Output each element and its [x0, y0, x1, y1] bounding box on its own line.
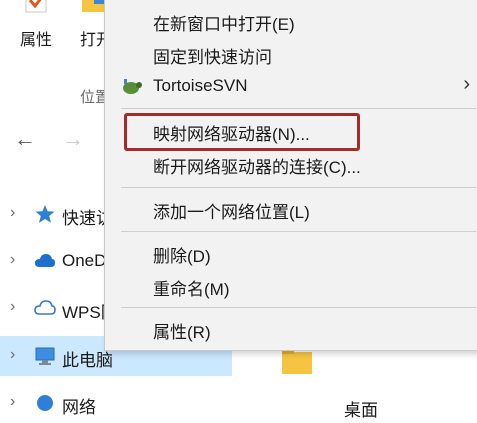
menu-item-properties[interactable]: 属性(R): [105, 313, 477, 343]
menu-item-label: 属性(R): [153, 323, 211, 342]
computer-icon: [35, 347, 55, 365]
content-item-label[interactable]: 桌面: [344, 396, 378, 421]
menu-item-add-network-location[interactable]: 添加一个网络位置(L): [105, 193, 477, 223]
menu-separator: [121, 187, 476, 188]
menu-item-disconnect-network-drive[interactable]: 断开网络驱动器的连接(C)...: [105, 148, 477, 178]
menu-item-label: 删除(D): [153, 247, 211, 266]
menu-separator: [121, 231, 476, 232]
forward-arrow-icon[interactable]: →: [62, 126, 84, 152]
chevron-right-icon[interactable]: ›: [10, 251, 15, 269]
tree-item-network[interactable]: › 网络: [0, 383, 232, 423]
cloud-icon: [35, 254, 55, 267]
chevron-right-icon[interactable]: ›: [10, 298, 15, 316]
menu-separator: [121, 307, 476, 308]
chevron-right-icon[interactable]: ›: [10, 393, 15, 411]
menu-item-label: 断开网络驱动器的连接(C)...: [153, 158, 361, 177]
submenu-chevron-icon: ›: [463, 73, 470, 95]
back-arrow-icon[interactable]: ←: [14, 126, 36, 152]
network-icon: [37, 395, 53, 411]
properties-label: 属性: [20, 32, 53, 49]
menu-item-label: 重命名(M): [153, 280, 230, 299]
tortoise-icon: [123, 79, 142, 94]
chevron-right-icon[interactable]: ›: [10, 346, 15, 364]
cloud-outline-icon: [34, 300, 56, 315]
menu-item-label: 固定到快速访问: [153, 48, 272, 67]
annotation-highlight-box: [124, 113, 360, 151]
menu-item-pin-quick-access[interactable]: 固定到快速访问: [105, 38, 477, 68]
star-icon: [35, 205, 55, 223]
menu-item-label: TortoiseSVN: [153, 76, 248, 95]
open-icon: [82, 0, 104, 12]
chevron-right-icon[interactable]: ›: [10, 204, 15, 222]
menu-item-rename[interactable]: 重命名(M): [105, 270, 477, 300]
menu-item-label: 在新窗口中打开(E): [153, 15, 295, 34]
menu-item-tortoisesvn[interactable]: TortoiseSVN ›: [105, 71, 477, 101]
menu-item-open-new-window[interactable]: 在新窗口中打开(E): [105, 5, 477, 35]
menu-item-delete[interactable]: 删除(D): [105, 237, 477, 267]
menu-separator: [121, 108, 476, 109]
context-menu: 在新窗口中打开(E) 固定到快速访问 TortoiseSVN › 映射网络驱动器…: [104, 0, 477, 351]
menu-item-label: 添加一个网络位置(L): [153, 203, 310, 222]
properties-button[interactable]: 属性: [20, 0, 64, 60]
properties-icon: [25, 0, 47, 13]
tree-item-label: 网络: [62, 398, 96, 417]
